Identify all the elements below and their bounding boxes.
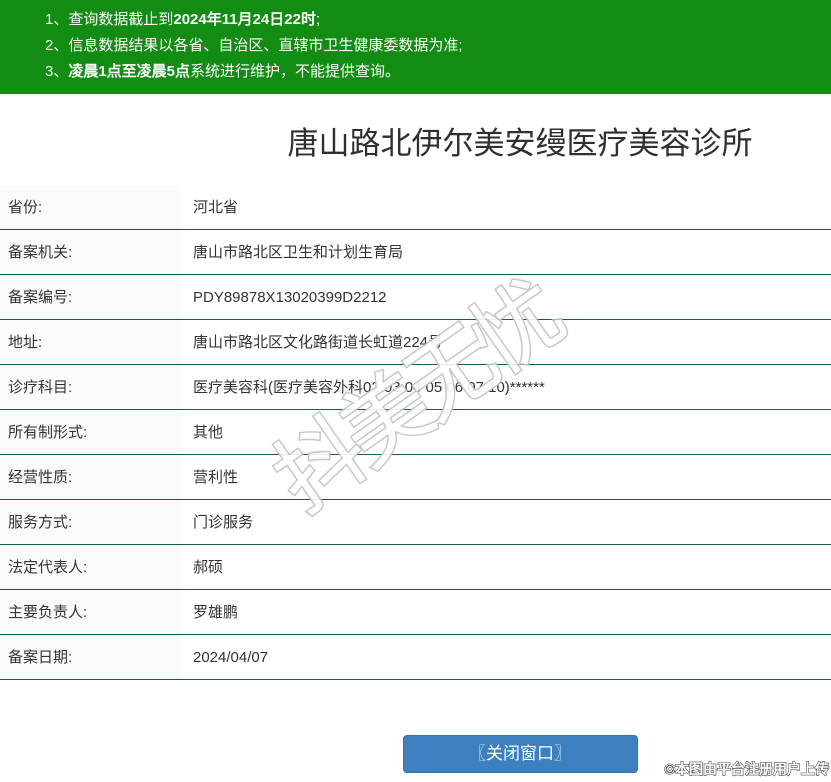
button-row: 〖关闭窗口〗: [0, 735, 831, 773]
row-label: 经营性质:: [0, 455, 180, 499]
table-row: 省份: 河北省: [0, 185, 831, 230]
row-label: 地址:: [0, 320, 180, 364]
notice-banner: 1、查询数据截止到2024年11月24日22时; 2、信息数据结果以各省、自治区…: [0, 0, 831, 94]
table-row: 所有制形式: 其他: [0, 410, 831, 455]
row-value: 郝硕: [193, 559, 224, 576]
table-row: 备案日期: 2024/04/07: [0, 635, 831, 680]
row-label: 服务方式:: [0, 500, 180, 544]
row-label: 主要负责人:: [0, 590, 180, 634]
notice-text: 查询数据截止到: [68, 11, 174, 28]
table-row: 地址: 唐山市路北区文化路街道长虹道224号: [0, 320, 831, 365]
page-title: 唐山路北伊尔美安缦医疗美容诊所: [287, 126, 753, 161]
notice-item: 2、信息数据结果以各省、自治区、直辖市卫生健康委数据为准;: [45, 33, 831, 59]
table-row: 主要负责人: 罗雄鹏: [0, 590, 831, 635]
notice-text: ;: [315, 11, 321, 28]
row-label: 备案日期:: [0, 635, 180, 679]
row-label: 法定代表人:: [0, 545, 180, 589]
notice-number: 3、: [45, 63, 69, 80]
row-value: 唐山市路北区文化路街道长虹道224号: [193, 334, 444, 351]
notice-number: 1、: [45, 11, 69, 28]
notice-text: 信息数据结果以各省、自治区、直辖市卫生健康委数据为准;: [68, 37, 463, 54]
notice-text-bold: 2024年11月24日22时: [173, 11, 316, 28]
info-table: 省份: 河北省 备案机关: 唐山市路北区卫生和计划生育局 备案编号: PDY89…: [0, 185, 831, 680]
table-row: 服务方式: 门诊服务: [0, 500, 831, 545]
row-label: 所有制形式:: [0, 410, 180, 454]
notice-item: 3、凌晨1点至凌晨5点系统进行维护，不能提供查询。: [45, 59, 831, 85]
row-value: 医疗美容科(医疗美容外科02 03 04 05 06 07 10)******: [193, 379, 545, 396]
notice-item: 1、查询数据截止到2024年11月24日22时;: [45, 7, 831, 33]
row-label: 备案机关:: [0, 230, 180, 274]
row-value: 营利性: [193, 469, 239, 486]
notice-text: 系统进行维护，不能提供查询。: [190, 63, 401, 80]
table-row: 备案编号: PDY89878X13020399D2212: [0, 275, 831, 320]
notice-text-bold: 凌晨1点至凌晨5点: [68, 63, 191, 80]
row-value: 唐山市路北区卫生和计划生育局: [193, 244, 404, 261]
row-label: 备案编号:: [0, 275, 180, 319]
table-row: 备案机关: 唐山市路北区卫生和计划生育局: [0, 230, 831, 275]
table-row: 诊疗科目: 医疗美容科(医疗美容外科02 03 04 05 06 07 10)*…: [0, 365, 831, 410]
page-container: 1、查询数据截止到2024年11月24日22时; 2、信息数据结果以各省、自治区…: [0, 0, 831, 773]
row-value: 门诊服务: [193, 514, 254, 531]
close-window-button[interactable]: 〖关闭窗口〗: [402, 735, 638, 773]
row-label: 省份:: [0, 185, 180, 229]
row-value: 其他: [193, 424, 224, 441]
row-label: 诊疗科目:: [0, 365, 180, 409]
row-value: PDY89878X13020399D2212: [193, 289, 387, 306]
row-value: 2024/04/07: [193, 649, 269, 666]
row-value: 罗雄鹏: [193, 604, 239, 621]
notice-number: 2、: [45, 37, 69, 54]
table-row: 法定代表人: 郝硕: [0, 545, 831, 590]
table-row: 经营性质: 营利性: [0, 455, 831, 500]
row-value: 河北省: [193, 199, 239, 216]
